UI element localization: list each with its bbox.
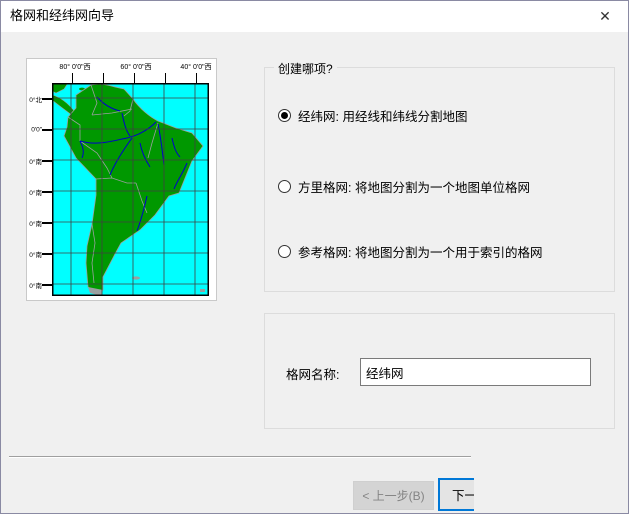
- map-tick: [42, 191, 52, 193]
- map-left-tick-label: 0°北: [29, 97, 42, 104]
- radio-label: 参考格网: 将地图分割为一个用于索引的格网: [298, 246, 543, 260]
- south-america-map: [52, 83, 209, 296]
- grid-name-input[interactable]: [360, 358, 591, 386]
- map-tick: [42, 98, 52, 100]
- back-button[interactable]: < 上一步(B): [353, 481, 434, 510]
- grid-name-label: 格网名称:: [286, 368, 340, 382]
- map-tick: [196, 73, 197, 83]
- map-left-tick-label: 0°南: [29, 159, 42, 166]
- radio-button-icon: [278, 109, 291, 122]
- map-tick: [42, 253, 52, 255]
- map-left-tick-label: 0°南: [29, 283, 42, 290]
- map-tick: [134, 73, 135, 83]
- radio-button-icon: [278, 180, 291, 193]
- title-bar: 格网和经纬网向导 ✕: [1, 1, 628, 32]
- map-preview-panel: 80° 0'0"西 60° 0'0"西 40° 0'0"西 0°北 0'0" 0…: [26, 58, 217, 301]
- next-button-clip: 下一: [438, 478, 474, 513]
- map-left-tick-label: 0'0": [31, 126, 42, 134]
- map-top-tick-label: 80° 0'0"西: [59, 64, 91, 71]
- footer-separator: [9, 456, 471, 458]
- map-corner-mark: [200, 289, 205, 292]
- map-left-tick-label: 0°南: [29, 190, 42, 197]
- radio-label: 经纬网: 用经线和纬线分割地图: [298, 110, 468, 124]
- window-title: 格网和经纬网向导: [10, 8, 115, 23]
- radio-measured-grid[interactable]: 方里格网: 将地图分割为一个地图单位格网: [278, 177, 530, 196]
- map-top-tick-label: 60° 0'0"西: [120, 64, 152, 71]
- radio-button-icon: [278, 245, 291, 258]
- map-tick: [165, 73, 166, 83]
- map-tick: [42, 222, 52, 224]
- radio-reference-grid[interactable]: 参考格网: 将地图分割为一个用于索引的格网: [278, 242, 542, 261]
- map-tick: [103, 73, 104, 83]
- radio-label: 方里格网: 将地图分割为一个地图单位格网: [298, 181, 530, 195]
- map-top-tick-label: 40° 0'0"西: [180, 64, 212, 71]
- close-icon[interactable]: ✕: [590, 1, 620, 31]
- map-tick: [72, 73, 73, 83]
- map-tick: [42, 160, 52, 162]
- wizard-dialog: 格网和经纬网向导 ✕ 80° 0'0"西 60° 0'0"西 40° 0'0"西…: [0, 0, 629, 514]
- options-group-title: 创建哪项?: [274, 60, 337, 77]
- map-tick: [42, 129, 52, 131]
- radio-graticule[interactable]: 经纬网: 用经线和纬线分割地图: [278, 106, 467, 125]
- map-left-tick-label: 0°南: [29, 252, 42, 259]
- next-button[interactable]: 下一: [438, 478, 474, 511]
- map-left-tick-label: 0°南: [29, 221, 42, 228]
- map-tick: [42, 284, 52, 286]
